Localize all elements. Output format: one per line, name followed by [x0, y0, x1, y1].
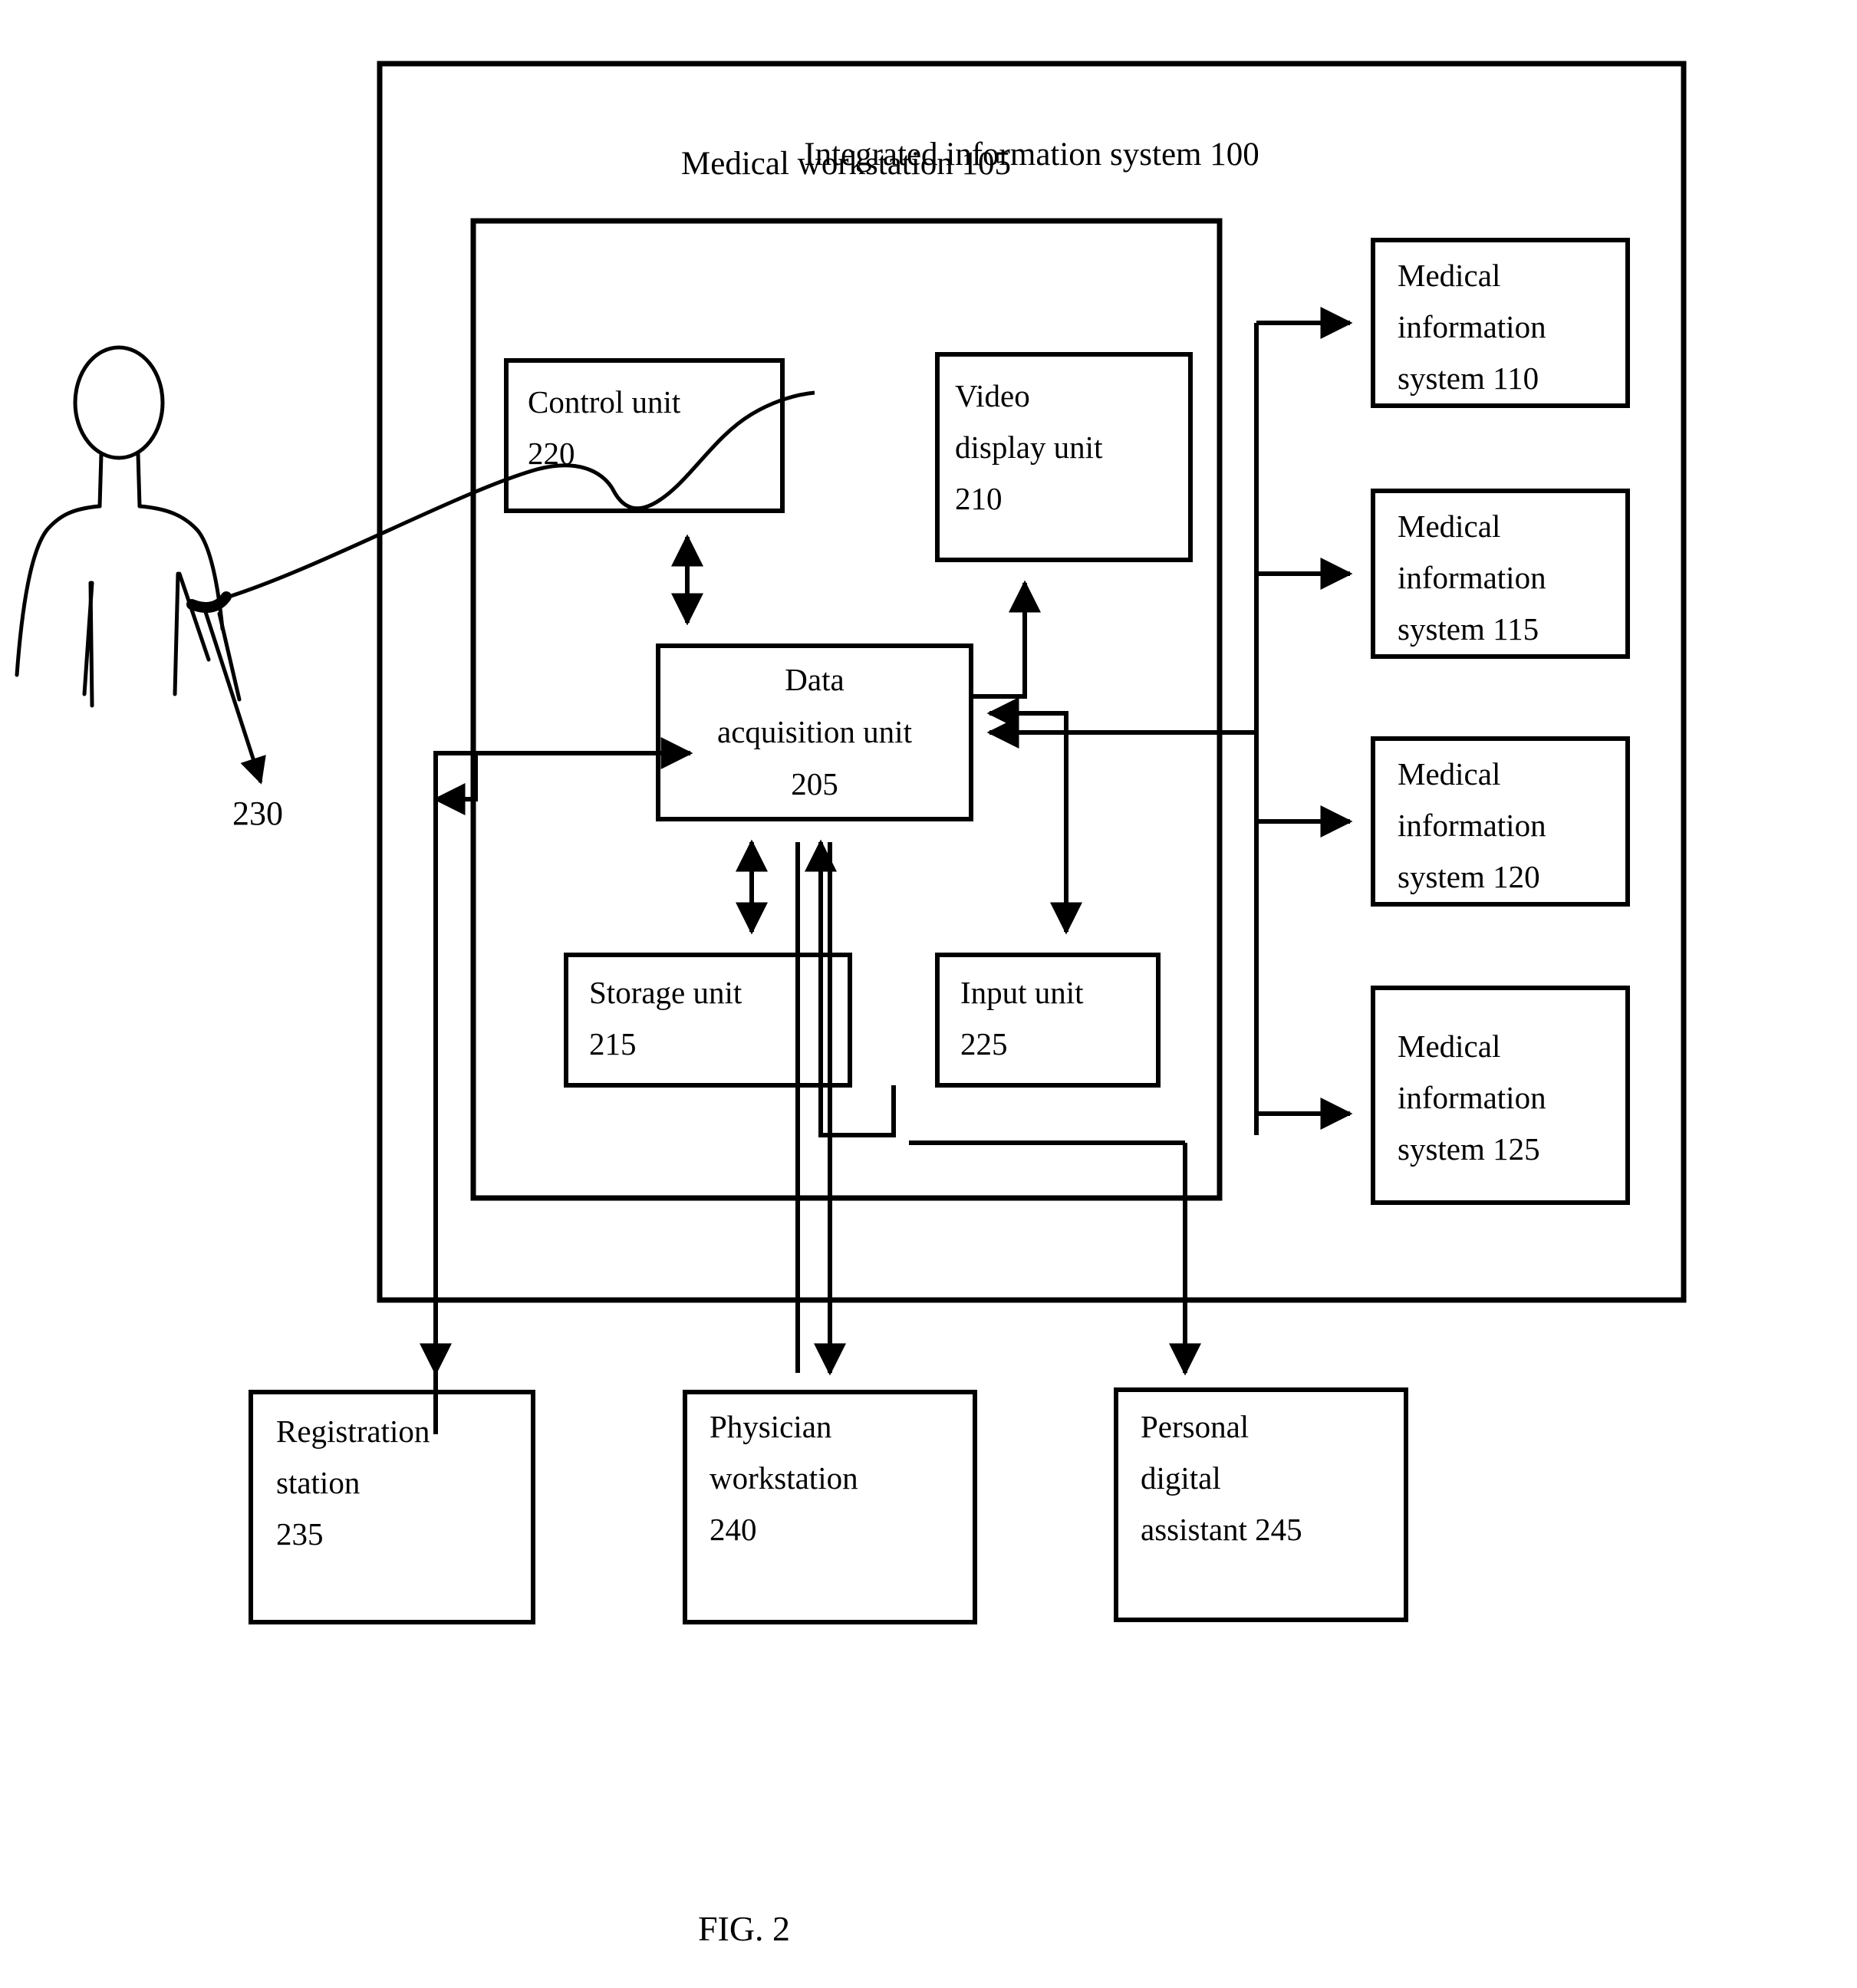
- data-acq-label-line2: acquisition unit: [717, 714, 913, 749]
- pda-label-line1: Personal: [1141, 1409, 1249, 1444]
- registration-station-label-line2: station: [276, 1465, 360, 1500]
- control-unit-label-line1: Control unit: [528, 384, 681, 420]
- physician-workstation-label-line1: Physician: [710, 1409, 831, 1444]
- registration-station-label-line1: Registration: [276, 1414, 430, 1449]
- patient-figure: [15, 345, 815, 708]
- diagram-canvas: Integrated information system 100 Medica…: [15, 61, 1687, 1948]
- figure-caption: FIG. 2: [698, 1909, 790, 1948]
- data-acq-label-line1: Data: [785, 662, 844, 697]
- mis-110-label-line2: information: [1398, 309, 1546, 344]
- mis-110-label-line3: system 110: [1398, 360, 1539, 396]
- mis-120-label-line3: system 120: [1398, 859, 1540, 894]
- mis-115-label-line1: Medical: [1398, 509, 1500, 544]
- medical-workstation-box: [470, 218, 1223, 1201]
- pda-label-line2: digital: [1141, 1460, 1221, 1496]
- link-dataacq-to-videodisplay: [971, 580, 1041, 699]
- input-unit-label-line1: Input unit: [960, 975, 1084, 1010]
- link-inputunit-to-dataacq-a: [986, 697, 1068, 932]
- control-unit-label-line2: 220: [528, 436, 575, 471]
- video-display-label-line2: display unit: [955, 430, 1103, 465]
- mis-110-label-line1: Medical: [1398, 258, 1500, 293]
- storage-unit-label-line1: Storage unit: [589, 975, 742, 1010]
- pda-label-line3: assistant 245: [1141, 1512, 1302, 1547]
- input-unit-label-line2: 225: [960, 1026, 1008, 1061]
- data-acq-label-line3: 205: [791, 766, 838, 801]
- physician-workstation-label-line2: workstation: [710, 1460, 858, 1496]
- sensor-reference-numeral: 230: [232, 795, 283, 832]
- ref-230-leader: [203, 611, 266, 785]
- mis-115-label-line3: system 115: [1398, 611, 1539, 647]
- mis-115-label-line2: information: [1398, 560, 1546, 595]
- video-display-label-line3: 210: [955, 481, 1003, 516]
- mis-120-label-line1: Medical: [1398, 756, 1500, 792]
- physician-workstation-label-line3: 240: [710, 1512, 757, 1547]
- mis-125-label-line3: system 125: [1398, 1131, 1540, 1167]
- link-registration-to-dataacq-arrow: [433, 751, 690, 815]
- mis-125-label-line2: information: [1398, 1080, 1546, 1115]
- patent-figure: Integrated information system 100 Medica…: [0, 0, 1857, 1988]
- mis-125-label-line1: Medical: [1398, 1029, 1500, 1064]
- mis-120-label-line2: information: [1398, 808, 1546, 843]
- storage-unit-label-line2: 215: [589, 1026, 637, 1061]
- sensor-cable: [223, 390, 815, 601]
- registration-station-label-line3: 235: [276, 1516, 324, 1552]
- medical-workstation-title: Medical workstation 105: [681, 146, 1011, 182]
- video-display-label-line1: Video: [955, 378, 1030, 413]
